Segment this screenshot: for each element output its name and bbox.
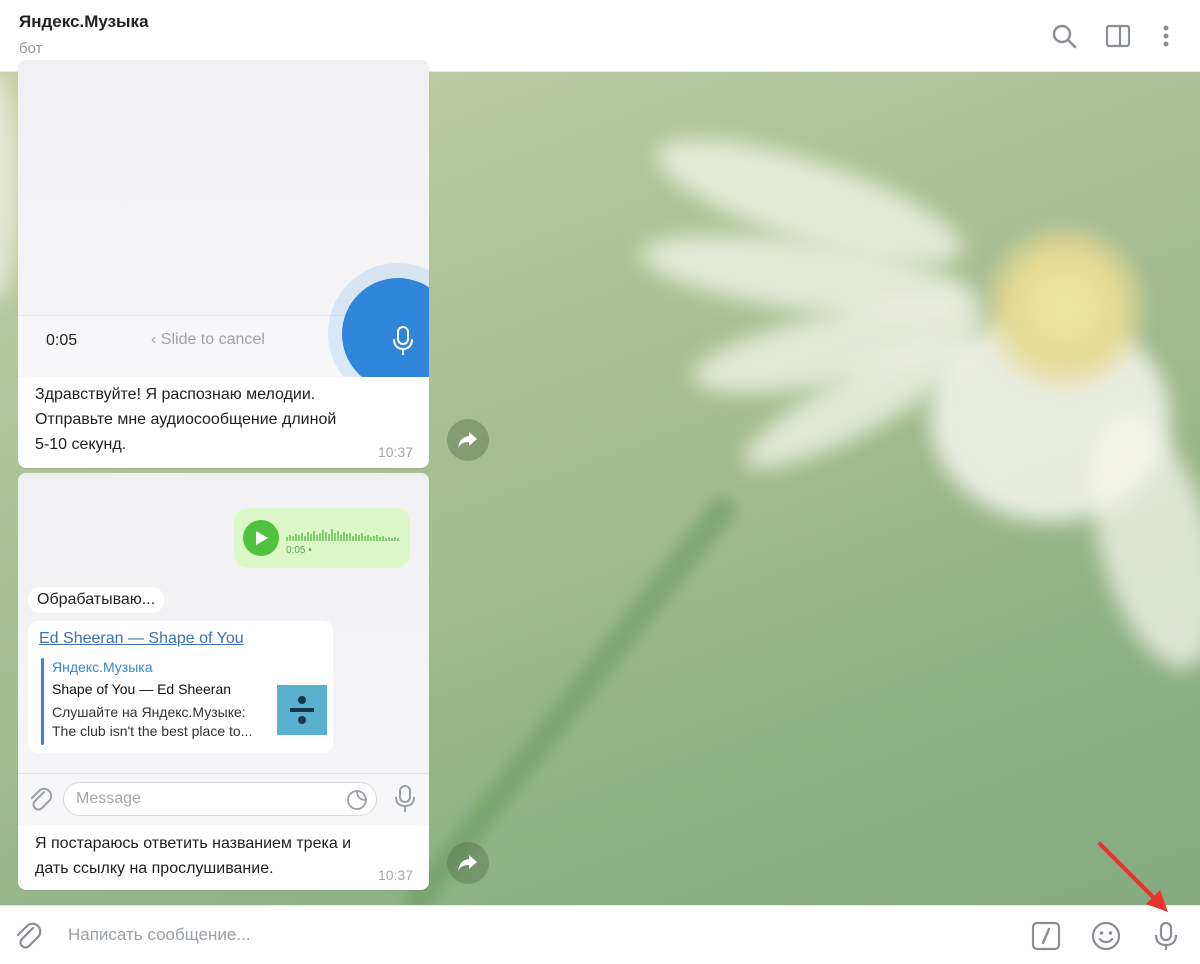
attach-icon	[31, 787, 52, 811]
album-cover-image	[277, 685, 327, 735]
message-bubble: 0:05 • Обрабатываю... Ed Sheeran — Shape…	[18, 473, 429, 890]
message-input[interactable]: Написать сообщение...	[68, 925, 968, 945]
slide-to-cancel: ‹ Slide to cancel	[151, 331, 265, 348]
bot-command-icon[interactable]	[1030, 920, 1062, 952]
track-link: Ed Sheeran — Shape of You	[39, 630, 244, 647]
play-icon	[243, 520, 279, 556]
microphone-icon	[393, 326, 413, 355]
preview-site-name: Яндекс.Музыка	[52, 659, 153, 675]
preview-description: Слушайте на Яндекс.Музыке: The club isn'…	[52, 704, 253, 739]
chat-title[interactable]: Яндекс.Музыка	[19, 12, 149, 32]
message-screenshot-image: 0:05 ‹ Slide to cancel	[18, 60, 429, 377]
microphone-icon	[395, 785, 415, 812]
message-time: 10:37	[377, 444, 413, 460]
preview-accent-bar	[41, 658, 44, 745]
sidebar-toggle-icon[interactable]	[1104, 22, 1132, 50]
message-text: Здравствуйте! Я распознаю мелодии. Отпра…	[35, 386, 337, 453]
forward-button[interactable]	[447, 842, 489, 884]
annotation-arrow	[1098, 842, 1168, 912]
message-text: Я постараюсь ответить названием трека и …	[35, 835, 352, 877]
chat-subtitle: бот	[19, 40, 43, 57]
message-screenshot-image: 0:05 • Обрабатываю... Ed Sheeran — Shape…	[18, 473, 429, 825]
more-vertical-icon[interactable]	[1152, 22, 1180, 50]
preview-title: Shape of You — Ed Sheeran	[52, 681, 232, 697]
message-time: 10:37	[377, 867, 413, 883]
search-icon[interactable]	[1050, 22, 1078, 50]
composer-bar: Написать сообщение...	[0, 905, 1200, 964]
microphone-icon[interactable]	[1150, 920, 1182, 952]
emoji-icon[interactable]	[1090, 920, 1122, 952]
bot-reply-card: Ed Sheeran — Shape of You Яндекс.Музыка …	[28, 621, 333, 753]
processing-message: Обрабатываю...	[28, 587, 165, 613]
waveform	[286, 529, 399, 541]
forward-button[interactable]	[447, 419, 489, 461]
message-input: Message	[63, 782, 377, 816]
recording-time: 0:05	[46, 332, 78, 349]
voice-duration: 0:05 •	[286, 545, 312, 556]
attach-icon[interactable]	[12, 920, 44, 952]
sticker-icon	[347, 790, 367, 810]
message-bubble: 0:05 ‹ Slide to cancel Здравствуйте! Я р…	[18, 60, 429, 468]
message-input-bar: Message	[18, 773, 429, 825]
chevron-left-icon: ‹	[151, 331, 157, 348]
voice-message: 0:05 •	[234, 508, 410, 568]
